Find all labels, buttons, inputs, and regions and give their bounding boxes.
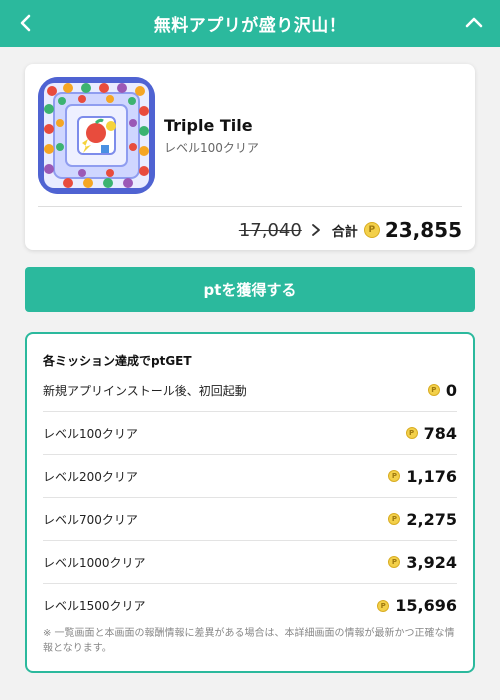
divider	[38, 206, 462, 207]
point-coin-icon: P	[427, 384, 440, 396]
app-name: Triple Tile	[164, 116, 253, 135]
mission-label: レベル700クリア	[43, 512, 138, 527]
mission-points: P 0	[427, 380, 457, 400]
app-subtitle: レベル100クリア	[164, 141, 259, 155]
mission-points: P 1,176	[388, 467, 457, 486]
mission-heading: 各ミッション達成でptGET	[43, 354, 192, 368]
point-coin-icon: P	[388, 513, 401, 525]
mission-item: レベル200クリア P 1,176	[43, 455, 457, 498]
mission-points-value: 15,696	[395, 596, 457, 615]
get-points-button[interactable]: ptを獲得する	[25, 267, 475, 312]
mission-points-value: 2,275	[406, 509, 457, 529]
chevron-left-icon[interactable]	[16, 13, 36, 33]
mission-item: レベル1500クリア P 15,696	[43, 584, 457, 627]
mission-points: P 2,275	[388, 510, 457, 529]
mission-points: P 3,924	[388, 553, 457, 572]
mission-points-value: 1,176	[406, 466, 457, 486]
point-coin-icon: P	[363, 222, 380, 238]
mission-label: 新規アプリインストール後、初回起動	[43, 383, 247, 398]
point-coin-icon: P	[405, 427, 418, 439]
mission-item: レベル700クリア P 2,275	[43, 498, 457, 541]
mission-label: レベル100クリア	[43, 426, 138, 441]
mission-points-value: 3,924	[406, 552, 457, 572]
chevron-up-icon[interactable]	[464, 13, 484, 33]
mission-item: レベル100クリア P 784	[43, 412, 457, 455]
mission-points-value: 0	[445, 380, 457, 400]
old-points: 17,040	[238, 219, 302, 241]
point-coin-icon: P	[388, 470, 401, 482]
mission-points: P 15,696	[377, 596, 457, 615]
mission-label: レベル200クリア	[43, 469, 138, 484]
header-title: 無料アプリが盛り沢山！	[153, 16, 347, 36]
mission-points: P 784	[405, 423, 457, 443]
total-points: 23,855	[384, 218, 462, 242]
point-coin-icon: P	[388, 556, 401, 568]
mission-points-value: 784	[423, 423, 457, 443]
chevron-right-icon	[311, 224, 320, 236]
mission-item: レベル1000クリア P 3,924	[43, 541, 457, 584]
mission-label: レベル1000クリア	[43, 555, 146, 570]
disclaimer-note: ※ 一覧画面と本画面の報酬情報に差異がある場合は、本詳細画面の情報が最新かつ正確…	[43, 628, 455, 654]
app-card: Triple Tile レベル100クリア 17,040 合計 P 23,855	[25, 64, 475, 250]
mission-list: 各ミッション達成でptGET 新規アプリインストール後、初回起動 P 0 レベル…	[25, 332, 475, 673]
point-coin-icon: P	[377, 599, 390, 612]
total-label: 合計	[331, 224, 358, 240]
app-header: 無料アプリが盛り沢山！	[0, 0, 500, 47]
points-summary: 17,040 合計 P 23,855	[239, 216, 462, 244]
tile-puzzle-app-icon	[38, 77, 155, 194]
mission-item: 新規アプリインストール後、初回起動 P 0	[43, 369, 457, 412]
mission-label: レベル1500クリア	[43, 599, 146, 613]
